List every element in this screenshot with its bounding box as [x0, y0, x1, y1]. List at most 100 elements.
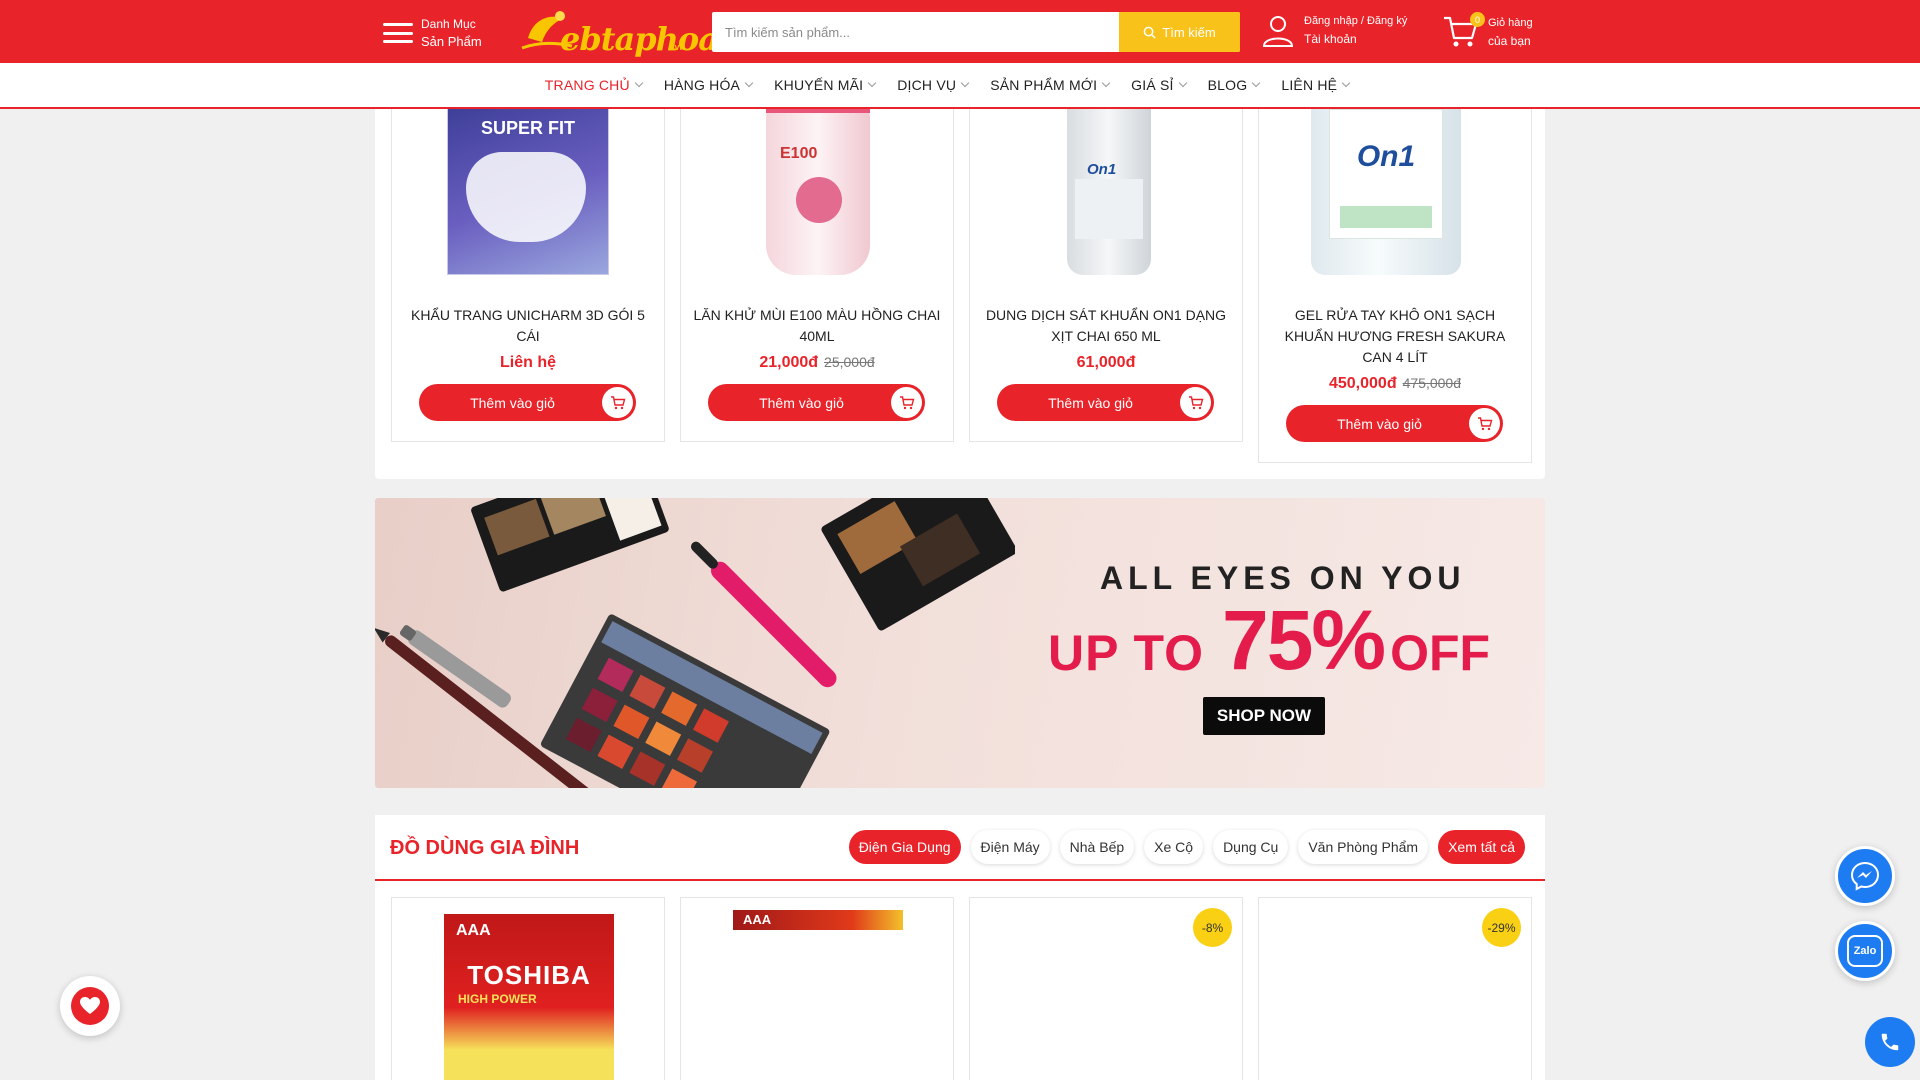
product-name[interactable]: DUNG DỊCH SÁT KHUẨN ON1 DẠNG XỊT CHAI 65…: [980, 305, 1232, 347]
category-menu-toggle[interactable]: Danh Mục Sản Phẩm: [383, 16, 482, 50]
tab-stationery[interactable]: Văn Phòng Phẩm: [1298, 830, 1429, 864]
zalo-icon: Zalo: [1847, 935, 1883, 967]
cart-label-2: của bạn: [1488, 34, 1531, 48]
product-image-label: TOSHIBA: [467, 960, 591, 990]
chevron-down-icon: [867, 78, 877, 88]
product-card[interactable]: On1 GEL RỬA TAY KHÔ ON1 SẠCH KHUẨN HƯƠNG…: [1258, 109, 1532, 463]
user-icon: [1262, 16, 1294, 47]
product-old-price: 25,000đ: [824, 354, 875, 370]
product-image-label: SUPER FIT: [480, 118, 575, 138]
category-tabs: Điện Gia Dụng Điện Máy Nhà Bếp Xe Cộ Dụn…: [839, 830, 1525, 864]
tab-kitchen[interactable]: Nhà Bếp: [1059, 830, 1135, 864]
household-section: ĐỒ DÙNG GIA ĐÌNH Điện Gia Dụng Điện Máy …: [375, 815, 1545, 1080]
call-button[interactable]: [1865, 1017, 1915, 1067]
product-card[interactable]: E100 LĂN KHỬ MÙI E100 MÀU HỒNG CHAI 40ML…: [680, 109, 954, 442]
chevron-down-icon: [1341, 78, 1351, 88]
search-input[interactable]: [712, 12, 1122, 52]
category-menu-label-1: Danh Mục: [421, 17, 476, 31]
nav-item-promotions[interactable]: KHUYẾN MÃI: [774, 77, 877, 93]
account-label-1: Đăng nhập / Đăng ký: [1304, 15, 1408, 27]
phone-icon: [1881, 1033, 1899, 1051]
cart-label-1: Giỏ hàng: [1488, 17, 1533, 29]
product-name[interactable]: GEL RỬA TAY KHÔ ON1 SẠCH KHUẨN HƯƠNG FRE…: [1269, 305, 1521, 368]
tab-home-appliances[interactable]: Điện Gia Dụng: [848, 830, 961, 864]
shop-now-button[interactable]: SHOP NOW: [1203, 697, 1325, 735]
product-old-price: 475,000đ: [1402, 375, 1461, 391]
section-title: ĐỒ DÙNG GIA ĐÌNH: [390, 837, 580, 859]
makeup-products-image: [375, 498, 1015, 788]
product-card[interactable]: -8%: [969, 897, 1243, 1080]
cart-icon: [602, 387, 633, 418]
cart-icon: [1469, 408, 1500, 439]
product-image[interactable]: On1: [970, 109, 1242, 284]
search-bar: Tìm kiếm: [712, 12, 1240, 52]
search-icon: [1143, 26, 1156, 39]
nav-item-home[interactable]: TRANG CHỦ: [545, 77, 644, 93]
nav-item-new-products[interactable]: SẢN PHẨM MỚI: [990, 77, 1111, 93]
add-to-cart-button[interactable]: Thêm vào giỏ: [997, 384, 1214, 421]
product-card[interactable]: SUPER FIT KHẨU TRANG UNICHARM 3D GÓI 5 C…: [391, 109, 665, 442]
product-card[interactable]: AAA TOSHIBA HIGH POWER: [391, 897, 665, 1080]
promo-banner[interactable]: ALL EYES ON YOU UP TO 75% OFF SHOP NOW: [375, 498, 1545, 788]
product-card[interactable]: AAA: [680, 897, 954, 1080]
product-name[interactable]: KHẨU TRANG UNICHARM 3D GÓI 5 CÁI: [402, 305, 654, 347]
cart-link[interactable]: 0 Giỏ hàng của bạn: [1442, 12, 1533, 52]
product-name[interactable]: LĂN KHỬ MÙI E100 MÀU HỒNG CHAI 40ML: [691, 305, 943, 347]
product-card[interactable]: On1 DUNG DỊCH SÁT KHUẨN ON1 DẠNG XỊT CHA…: [969, 109, 1243, 442]
top-header: Danh Mục Sản Phẩm ebtaphoa .vn Tìm kiếm …: [0, 0, 1920, 63]
search-button[interactable]: Tìm kiếm: [1119, 12, 1240, 52]
chevron-down-icon: [1101, 78, 1111, 88]
cart-count-badge: 0: [1470, 12, 1485, 27]
product-price: 21,000đ 25,000đ: [759, 354, 875, 371]
view-all-button[interactable]: Xem tất cả: [1438, 830, 1525, 864]
product-card[interactable]: -29%: [1258, 897, 1532, 1080]
product-image[interactable]: On1: [1259, 109, 1531, 284]
chevron-down-icon: [634, 78, 644, 88]
product-image-label: AAA: [743, 912, 772, 927]
add-to-cart-button[interactable]: Thêm vào giỏ: [708, 384, 925, 421]
product-price: 450,000đ 475,000đ: [1328, 375, 1461, 392]
logo-suffix: .vn: [672, 42, 686, 52]
account-label-2: Tài khoản: [1304, 32, 1357, 46]
banner-title: ALL EYES ON YOU: [1100, 560, 1466, 596]
section-header: ĐỒ DÙNG GIA ĐÌNH Điện Gia Dụng Điện Máy …: [375, 815, 1545, 881]
discount-badge: -29%: [1482, 908, 1521, 947]
product-grid: SUPER FIT KHẨU TRANG UNICHARM 3D GÓI 5 C…: [375, 109, 1545, 479]
product-image-label: On1: [1087, 161, 1117, 178]
zalo-button[interactable]: Zalo: [1835, 921, 1895, 981]
product-image[interactable]: AAA TOSHIBA HIGH POWER: [444, 914, 614, 1080]
cart-icon: [1180, 387, 1211, 418]
messenger-icon: [1850, 861, 1880, 891]
product-image[interactable]: AAA: [733, 910, 903, 930]
nav-item-wholesale[interactable]: GIÁ SỈ: [1131, 77, 1187, 93]
cart-icon: [891, 387, 922, 418]
chevron-down-icon: [960, 78, 970, 88]
heart-icon: [71, 987, 109, 1025]
nav-item-blog[interactable]: BLOG: [1208, 77, 1261, 93]
wishlist-button[interactable]: [60, 976, 120, 1036]
add-to-cart-button[interactable]: Thêm vào giỏ: [419, 384, 636, 421]
search-button-label: Tìm kiếm: [1162, 24, 1216, 40]
tab-vehicles[interactable]: Xe Cộ: [1144, 830, 1204, 864]
product-price: 61,000đ: [1076, 354, 1136, 371]
nav-item-products[interactable]: HÀNG HÓA: [664, 77, 754, 93]
category-menu-label-2: Sản Phẩm: [421, 34, 482, 49]
nav-item-contact[interactable]: LIÊN HỆ: [1281, 77, 1351, 93]
logo-text: ebtaphoa: [560, 20, 719, 58]
nav-item-services[interactable]: DỊCH VỤ: [897, 77, 970, 93]
chevron-down-icon: [1178, 78, 1187, 88]
add-to-cart-button[interactable]: Thêm vào giỏ: [1286, 405, 1503, 442]
messenger-button[interactable]: [1835, 846, 1895, 906]
product-image[interactable]: SUPER FIT: [392, 109, 664, 284]
product-image-label: On1: [1356, 140, 1416, 173]
tab-electronics[interactable]: Điện Máy: [970, 830, 1050, 864]
chevron-down-icon: [1252, 78, 1261, 88]
main-nav: TRANG CHỦ HÀNG HÓA KHUYẾN MÃI DỊCH VỤ SẢ…: [0, 63, 1920, 109]
chevron-down-icon: [744, 78, 754, 88]
site-logo[interactable]: ebtaphoa .vn: [520, 8, 719, 58]
tab-tools[interactable]: Dụng Cụ: [1213, 830, 1289, 864]
product-image[interactable]: E100: [681, 109, 953, 284]
hamburger-icon: [383, 20, 413, 46]
account-link[interactable]: Đăng nhập / Đăng ký Tài khoản: [1260, 12, 1407, 48]
banner-discount: UP TO 75% OFF: [1048, 593, 1491, 687]
